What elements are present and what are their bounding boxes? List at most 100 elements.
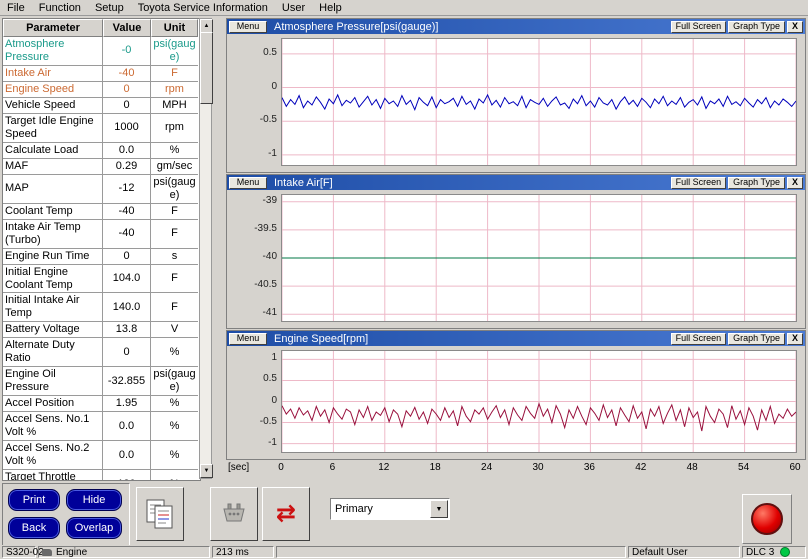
status-user: Default User <box>628 546 740 558</box>
table-row[interactable]: Initial Engine Coolant Temp104.0F <box>3 265 200 294</box>
y-tick-label: -0.5 <box>229 416 277 427</box>
record-button[interactable] <box>751 503 783 535</box>
param-cell: Atmosphere Pressure <box>3 37 103 66</box>
table-header: Parameter Value Unit <box>3 19 200 37</box>
x-axis-strip: [sec] 06121824303642485460 <box>226 460 806 477</box>
value-cell: 0.0 <box>103 441 151 470</box>
chart-menu-button[interactable]: Menu <box>229 177 267 189</box>
full-screen-button[interactable]: Full Screen <box>671 177 727 189</box>
table-row[interactable]: MAP-12psi(gauge) <box>3 175 200 204</box>
table-row[interactable]: MAF0.29gm/sec <box>3 159 200 175</box>
table-row[interactable]: Engine Oil Pressure-32.855psi(gauge) <box>3 367 200 396</box>
x-axis-unit-label: [sec] <box>228 462 249 473</box>
table-row[interactable]: Intake Air Temp (Turbo)-40F <box>3 220 200 249</box>
unit-cell: F <box>151 265 198 294</box>
table-row[interactable]: Target Idle Engine Speed1000rpm <box>3 114 200 143</box>
menu-item-toyota-service-information[interactable]: Toyota Service Information <box>131 2 275 14</box>
full-screen-button[interactable]: Full Screen <box>671 21 727 33</box>
back-button[interactable]: Back <box>8 517 60 539</box>
table-scrollbar[interactable]: ▲ ▼ <box>199 18 212 479</box>
param-cell: MAF <box>3 159 103 175</box>
value-cell: -32.855 <box>103 367 151 396</box>
overlap-button[interactable]: Overlap <box>66 517 122 539</box>
unit-cell: % <box>151 143 198 159</box>
table-row[interactable]: Alternate Duty Ratio0% <box>3 338 200 367</box>
table-row[interactable]: Accel Sens. No.1 Volt %0.0% <box>3 412 200 441</box>
chevron-down-icon: ▼ <box>436 506 443 513</box>
status-model: S320-02 <box>2 546 36 558</box>
unit-cell: F <box>151 204 198 220</box>
chart-close-button[interactable]: X <box>787 177 803 189</box>
param-cell: Intake Air Temp (Turbo) <box>3 220 103 249</box>
table-row[interactable]: Accel Position1.95% <box>3 396 200 412</box>
value-cell: -40 <box>103 204 151 220</box>
status-spacer <box>276 546 626 558</box>
dropdown-arrow-button[interactable]: ▼ <box>430 500 448 518</box>
status-system: Engine <box>38 546 210 558</box>
x-tick-label: 30 <box>528 462 548 473</box>
connector-button[interactable] <box>210 487 258 541</box>
scroll-up-button[interactable]: ▲ <box>200 19 213 33</box>
menu-item-help[interactable]: Help <box>312 2 349 14</box>
y-tick-label: -0.5 <box>229 114 277 125</box>
connector-plug-icon <box>218 499 250 529</box>
y-tick-label: 0 <box>229 395 277 406</box>
y-tick-label: -39 <box>229 195 277 206</box>
table-row[interactable]: Accel Sens. No.2 Volt %0.0% <box>3 441 200 470</box>
primary-dropdown[interactable]: Primary ▼ <box>330 498 450 520</box>
table-row[interactable]: Coolant Temp-40F <box>3 204 200 220</box>
chart-close-button[interactable]: X <box>787 333 803 345</box>
menu-item-function[interactable]: Function <box>32 2 88 14</box>
chart-menu-button[interactable]: Menu <box>229 21 267 33</box>
chart-panel-engine-speed: Menu Engine Speed[rpm] Full Screen Graph… <box>226 330 806 460</box>
y-tick-label: -39.5 <box>229 223 277 234</box>
table-row[interactable]: Initial Intake Air Temp140.0F <box>3 293 200 322</box>
unit-cell: rpm <box>151 82 198 98</box>
col-header-unit: Unit <box>151 19 198 37</box>
chart-title: Intake Air[F] <box>274 177 670 189</box>
unit-cell: % <box>151 470 198 481</box>
menu-item-user[interactable]: User <box>275 2 312 14</box>
swap-view-button[interactable]: ⇄ <box>262 487 310 541</box>
scroll-down-button[interactable]: ▼ <box>200 464 213 478</box>
chart-plot <box>281 194 797 322</box>
table-row[interactable]: Vehicle Speed0MPH <box>3 98 200 114</box>
hide-button[interactable]: Hide <box>66 489 122 511</box>
report-list-button[interactable] <box>136 487 184 541</box>
value-cell: 1000 <box>103 114 151 143</box>
table-row[interactable]: Battery Voltage13.8V <box>3 322 200 338</box>
chart-close-button[interactable]: X <box>787 21 803 33</box>
param-cell: Alternate Duty Ratio <box>3 338 103 367</box>
value-cell: 140.0 <box>103 293 151 322</box>
value-cell: 0.0 <box>103 412 151 441</box>
table-row[interactable]: Engine Run Time0s <box>3 249 200 265</box>
scrollbar-thumb[interactable] <box>200 32 213 104</box>
chart-menu-button[interactable]: Menu <box>229 333 267 345</box>
x-tick-label: 0 <box>271 462 291 473</box>
y-tick-label: 0 <box>229 81 277 92</box>
status-dlc-label: DLC 3 <box>746 547 774 558</box>
value-cell: 0 <box>103 98 151 114</box>
graph-type-button[interactable]: Graph Type <box>728 333 785 345</box>
param-cell: Target Idle Engine Speed <box>3 114 103 143</box>
y-tick-label: -1 <box>229 437 277 448</box>
y-tick-label: 1 <box>229 352 277 363</box>
table-row[interactable]: Intake Air-40F <box>3 66 200 82</box>
menu-item-setup[interactable]: Setup <box>88 2 131 14</box>
chart-line-svg <box>282 195 796 321</box>
x-tick-label: 42 <box>631 462 651 473</box>
chart-line-svg <box>282 39 796 165</box>
graph-type-button[interactable]: Graph Type <box>728 177 785 189</box>
table-row[interactable]: Atmosphere Pressure-0psi(gauge) <box>3 37 200 66</box>
graph-type-button[interactable]: Graph Type <box>728 21 785 33</box>
menu-bar: FileFunctionSetupToyota Service Informat… <box>0 0 808 16</box>
menu-item-file[interactable]: File <box>0 2 32 14</box>
value-cell: 0 <box>103 338 151 367</box>
full-screen-button[interactable]: Full Screen <box>671 333 727 345</box>
param-cell: Target Throttle Position <box>3 470 103 481</box>
dropdown-value: Primary <box>331 503 430 515</box>
table-row[interactable]: Target Throttle Position120% <box>3 470 200 481</box>
table-row[interactable]: Engine Speed0rpm <box>3 82 200 98</box>
table-row[interactable]: Calculate Load0.0% <box>3 143 200 159</box>
print-button[interactable]: Print <box>8 489 60 511</box>
